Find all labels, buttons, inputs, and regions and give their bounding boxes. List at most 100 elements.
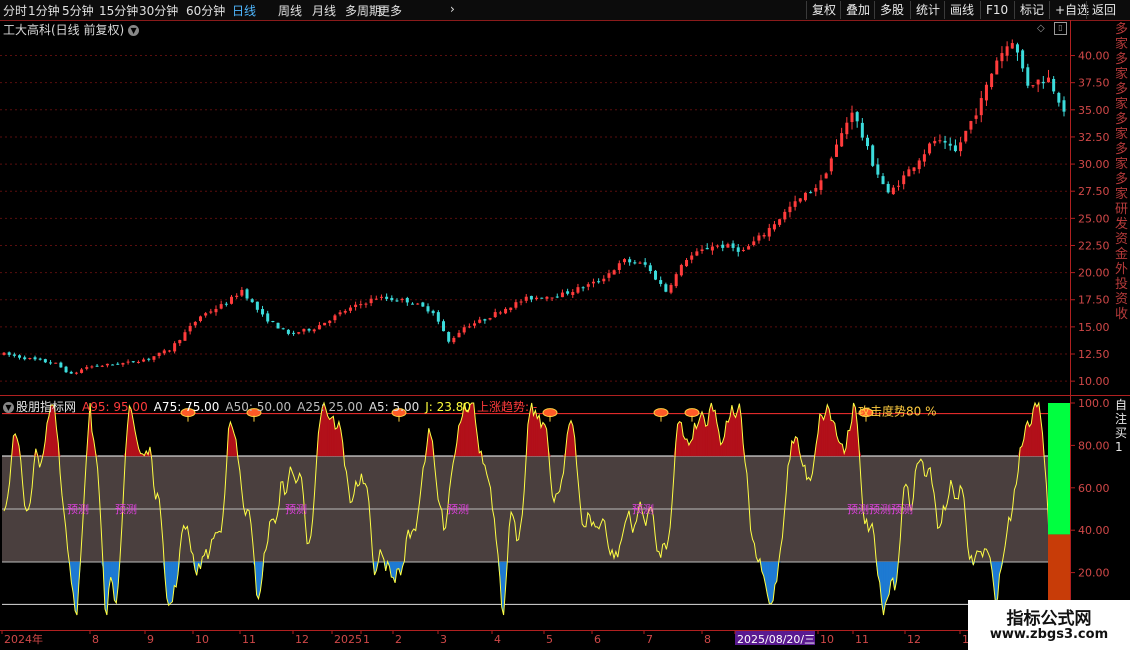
candle-body	[959, 142, 963, 152]
candle-body	[974, 115, 978, 119]
chevron-down-icon[interactable]: ▼	[3, 402, 14, 413]
candle-body	[214, 308, 218, 313]
candle-body	[990, 73, 994, 88]
candle-body	[690, 255, 694, 260]
indicator-tick-label: 60.00	[1078, 482, 1110, 495]
candle-body	[814, 187, 818, 192]
price-tick-label: 37.50	[1078, 77, 1110, 90]
candle-body	[700, 249, 704, 251]
indicator-field-2: A50: 50.00	[225, 400, 292, 414]
candle-body	[602, 278, 606, 282]
indicator-tick-label: 100.0	[1078, 397, 1110, 410]
strength-bar-green	[1048, 403, 1070, 535]
price-tick-label: 10.00	[1078, 375, 1110, 388]
candle-body	[85, 367, 89, 369]
candle-body	[276, 322, 280, 329]
candle-body	[219, 304, 223, 309]
candlestick-series	[2, 39, 1066, 375]
candle-body	[638, 262, 642, 264]
date-label: 2025/08/20/三	[737, 633, 815, 646]
price-tick-label: 32.50	[1078, 131, 1110, 144]
candle-body	[922, 154, 926, 162]
candle-body	[240, 289, 244, 296]
candle-body	[752, 241, 756, 246]
candle-body	[250, 299, 254, 303]
candle-body	[778, 219, 782, 225]
candle-body	[762, 234, 766, 237]
candle-body	[1026, 67, 1030, 86]
candle-body	[395, 300, 399, 302]
candle-body	[938, 140, 942, 142]
candle-body	[674, 274, 678, 287]
candle-body	[74, 372, 78, 374]
candle-body	[271, 320, 275, 322]
candle-body	[995, 60, 999, 75]
candle-body	[648, 265, 652, 272]
candle-body	[529, 295, 533, 300]
candle-body	[457, 332, 461, 338]
candle-body	[364, 303, 368, 305]
candle-body	[829, 158, 833, 172]
predict-label: 预测	[632, 503, 654, 516]
predict-label: 预测	[447, 503, 469, 516]
predict-label: 预测	[285, 503, 307, 516]
candle-body	[255, 301, 259, 310]
predict-label: 预测	[847, 503, 869, 516]
candle-body	[224, 303, 228, 305]
candle-body	[669, 284, 673, 293]
date-label: 11	[242, 633, 256, 646]
candle-body	[121, 362, 125, 365]
candle-body	[493, 312, 497, 318]
candle-body	[731, 243, 735, 248]
candle-body	[235, 295, 239, 297]
candle-body	[1046, 77, 1050, 83]
candle-body	[586, 284, 590, 287]
diamond-icon[interactable]: ◇	[1037, 23, 1045, 34]
candle-body	[33, 357, 37, 360]
candle-body	[628, 259, 632, 263]
date-label: 7	[646, 633, 653, 646]
candle-body	[374, 298, 378, 300]
watermark: 指标公式网 www.zbgs3.com	[968, 600, 1130, 650]
candle-body	[173, 343, 177, 352]
candle-body	[607, 273, 611, 278]
window-toggle-icon[interactable]: ▯	[1054, 22, 1067, 35]
candle-body	[984, 84, 988, 101]
candle-body	[891, 187, 895, 195]
candle-body	[188, 325, 192, 332]
predict-label: 预测	[115, 503, 137, 516]
candle-body	[43, 359, 47, 363]
candle-body	[560, 292, 564, 298]
watermark-title: 指标公式网	[1006, 609, 1092, 629]
candle-body	[685, 260, 689, 267]
candle-body	[581, 287, 585, 289]
candle-body	[519, 301, 523, 303]
indicator-name[interactable]: 股朋指标网	[16, 400, 76, 414]
date-label: 10	[195, 633, 209, 646]
candle-body	[721, 244, 725, 248]
chart-area: 预测 预测 预测 预测 预测 预测 预测 预测攻击度势80 % 40.0037.5035.00…	[0, 20, 1130, 646]
candle-body	[131, 361, 135, 363]
price-tick-label: 30.00	[1078, 158, 1110, 171]
indicator-field-0: A95: 95.00	[82, 400, 148, 414]
price-tick-label: 12.50	[1078, 348, 1110, 361]
candle-body	[576, 287, 580, 293]
candle-body	[317, 325, 321, 330]
candle-body	[178, 340, 182, 344]
candle-body	[902, 175, 906, 185]
candle-body	[400, 298, 404, 301]
candle-body	[679, 264, 683, 276]
candle-body	[405, 298, 409, 303]
date-label: 5	[546, 633, 553, 646]
candle-body	[566, 291, 570, 294]
chevron-down-icon[interactable]: ▼	[128, 25, 140, 36]
candle-body	[571, 292, 575, 295]
candle-body	[421, 302, 425, 307]
indicator-tick-label: 80.00	[1078, 439, 1110, 452]
stock-title[interactable]: 工大高科(日线 前复权) ▼	[3, 21, 140, 38]
candle-body	[162, 350, 166, 354]
candle-body	[819, 180, 823, 190]
candle-body	[54, 362, 58, 364]
indicator-field-3: A25: 25.00	[297, 400, 363, 414]
candle-body	[105, 363, 109, 366]
